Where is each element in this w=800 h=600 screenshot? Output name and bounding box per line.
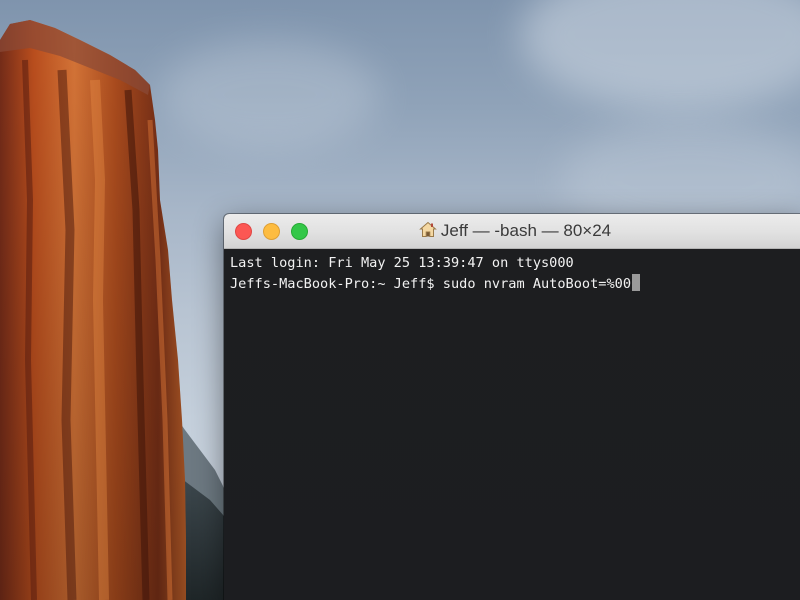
terminal-output[interactable]: Last login: Fri May 25 13:39:47 on ttys0…	[224, 249, 800, 600]
terminal-line-command: Jeffs-MacBook-Pro:~ Jeff$ sudo nvram Aut…	[230, 274, 800, 295]
window-title: Jeff — -bash — 80×24	[440, 221, 612, 240]
window-title-container: Jeff — -bash — 80×24	[224, 221, 800, 241]
window-titlebar[interactable]: Jeff — -bash — 80×24	[224, 214, 800, 249]
block-cursor	[632, 274, 641, 291]
home-icon	[419, 221, 437, 237]
desktop-wallpaper: Jeff — -bash — 80×24 Last login: Fri May…	[0, 0, 800, 600]
terminal-window[interactable]: Jeff — -bash — 80×24 Last login: Fri May…	[224, 214, 800, 600]
terminal-command-text: Jeffs-MacBook-Pro:~ Jeff$ sudo nvram Aut…	[230, 276, 632, 292]
terminal-line-login: Last login: Fri May 25 13:39:47 on ttys0…	[230, 255, 574, 271]
